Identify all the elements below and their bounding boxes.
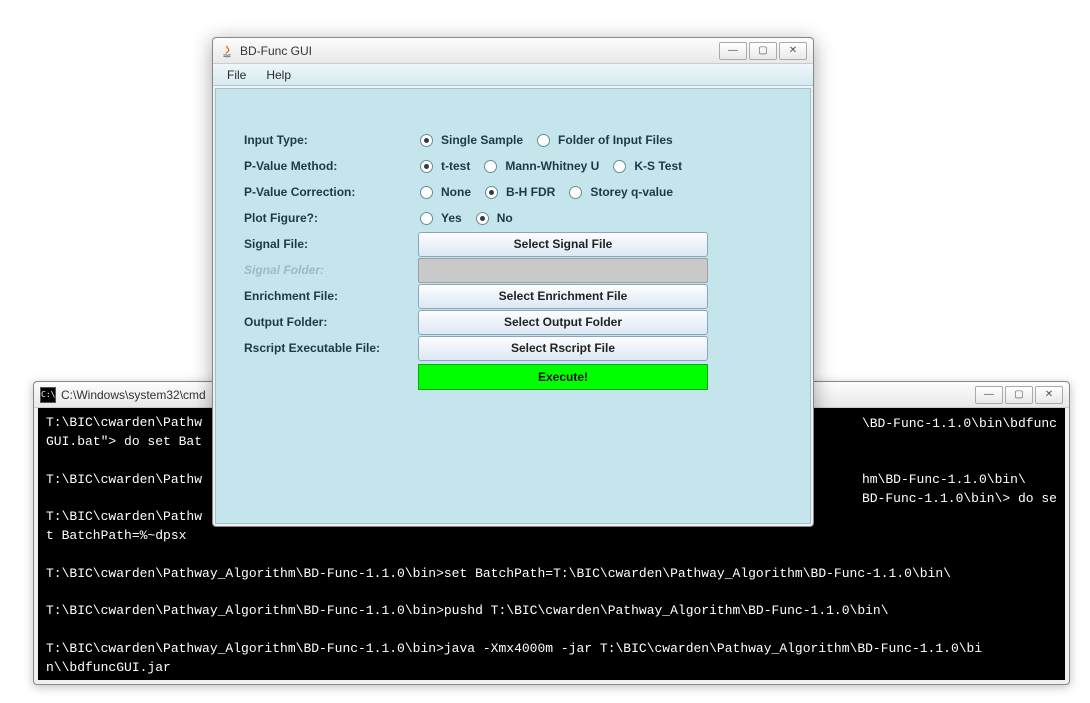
label-signal-folder: Signal Folder: — [244, 263, 418, 277]
label-plot-figure: Plot Figure?: — [244, 211, 418, 225]
select-rscript-file-button[interactable]: Select Rscript File — [418, 336, 708, 361]
gui-titlebar[interactable]: BD-Func GUI — ▢ ✕ — [213, 38, 813, 64]
radio-folder-input[interactable] — [537, 134, 550, 147]
select-enrichment-file-button[interactable]: Select Enrichment File — [418, 284, 708, 309]
row-output-folder: Output Folder: Select Output Folder — [244, 309, 782, 335]
radio-mann-whitney[interactable] — [484, 160, 497, 173]
bdfunc-gui-window: BD-Func GUI — ▢ ✕ File Help Input Type: … — [212, 37, 814, 527]
cmd-icon: C:\ — [40, 387, 56, 403]
maximize-button[interactable]: ▢ — [1005, 386, 1033, 404]
opt-none[interactable]: None — [441, 185, 471, 199]
row-plot-figure: Plot Figure?: Yes No — [244, 205, 782, 231]
opt-single-sample[interactable]: Single Sample — [441, 133, 523, 147]
opt-yes[interactable]: Yes — [441, 211, 462, 225]
radio-ks-test[interactable] — [613, 160, 626, 173]
opt-folder-input[interactable]: Folder of Input Files — [558, 133, 673, 147]
execute-button[interactable]: Execute! — [418, 364, 708, 390]
cmd-window-controls: — ▢ ✕ — [975, 386, 1063, 404]
close-button[interactable]: ✕ — [779, 42, 807, 60]
java-icon — [219, 43, 235, 59]
gui-window-controls: — ▢ ✕ — [719, 42, 807, 60]
radio-yes[interactable] — [420, 212, 433, 225]
row-execute: Execute! — [244, 361, 782, 387]
opt-bh-fdr[interactable]: B-H FDR — [506, 185, 555, 199]
gui-body: Input Type: Single Sample Folder of Inpu… — [215, 88, 811, 524]
select-signal-file-button[interactable]: Select Signal File — [418, 232, 708, 257]
opt-ttest[interactable]: t-test — [441, 159, 470, 173]
row-input-type: Input Type: Single Sample Folder of Inpu… — [244, 127, 782, 153]
row-signal-file: Signal File: Select Signal File — [244, 231, 782, 257]
minimize-button[interactable]: — — [975, 386, 1003, 404]
menubar: File Help — [213, 64, 813, 86]
label-input-type: Input Type: — [244, 133, 418, 147]
opt-ks-test[interactable]: K-S Test — [634, 159, 682, 173]
radio-no[interactable] — [476, 212, 489, 225]
select-output-folder-button[interactable]: Select Output Folder — [418, 310, 708, 335]
minimize-button[interactable]: — — [719, 42, 747, 60]
gui-title: BD-Func GUI — [240, 44, 719, 58]
row-pval-method: P-Value Method: t-test Mann-Whitney U K-… — [244, 153, 782, 179]
opt-mann-whitney[interactable]: Mann-Whitney U — [505, 159, 599, 173]
menu-file[interactable]: File — [217, 66, 256, 84]
row-pval-correction: P-Value Correction: None B-H FDR Storey … — [244, 179, 782, 205]
label-enrichment-file: Enrichment File: — [244, 289, 418, 303]
label-pval-method: P-Value Method: — [244, 159, 418, 173]
menu-help[interactable]: Help — [256, 66, 301, 84]
radio-storey[interactable] — [569, 186, 582, 199]
row-signal-folder: Signal Folder: — [244, 257, 782, 283]
cmd-output-right-fragment: \BD-Func-1.1.0\bin\bdfunc hm\BD-Func-1.1… — [862, 415, 1057, 509]
label-output-folder: Output Folder: — [244, 315, 418, 329]
label-rscript-file: Rscript Executable File: — [244, 341, 418, 355]
radio-single-sample[interactable] — [420, 134, 433, 147]
radio-ttest[interactable] — [420, 160, 433, 173]
row-rscript-file: Rscript Executable File: Select Rscript … — [244, 335, 782, 361]
opt-storey[interactable]: Storey q-value — [590, 185, 673, 199]
maximize-button[interactable]: ▢ — [749, 42, 777, 60]
close-button[interactable]: ✕ — [1035, 386, 1063, 404]
opt-no[interactable]: No — [497, 211, 513, 225]
radio-none[interactable] — [420, 186, 433, 199]
signal-folder-disabled — [418, 258, 708, 283]
radio-bh-fdr[interactable] — [485, 186, 498, 199]
label-signal-file: Signal File: — [244, 237, 418, 251]
label-pval-correction: P-Value Correction: — [244, 185, 418, 199]
row-enrichment-file: Enrichment File: Select Enrichment File — [244, 283, 782, 309]
